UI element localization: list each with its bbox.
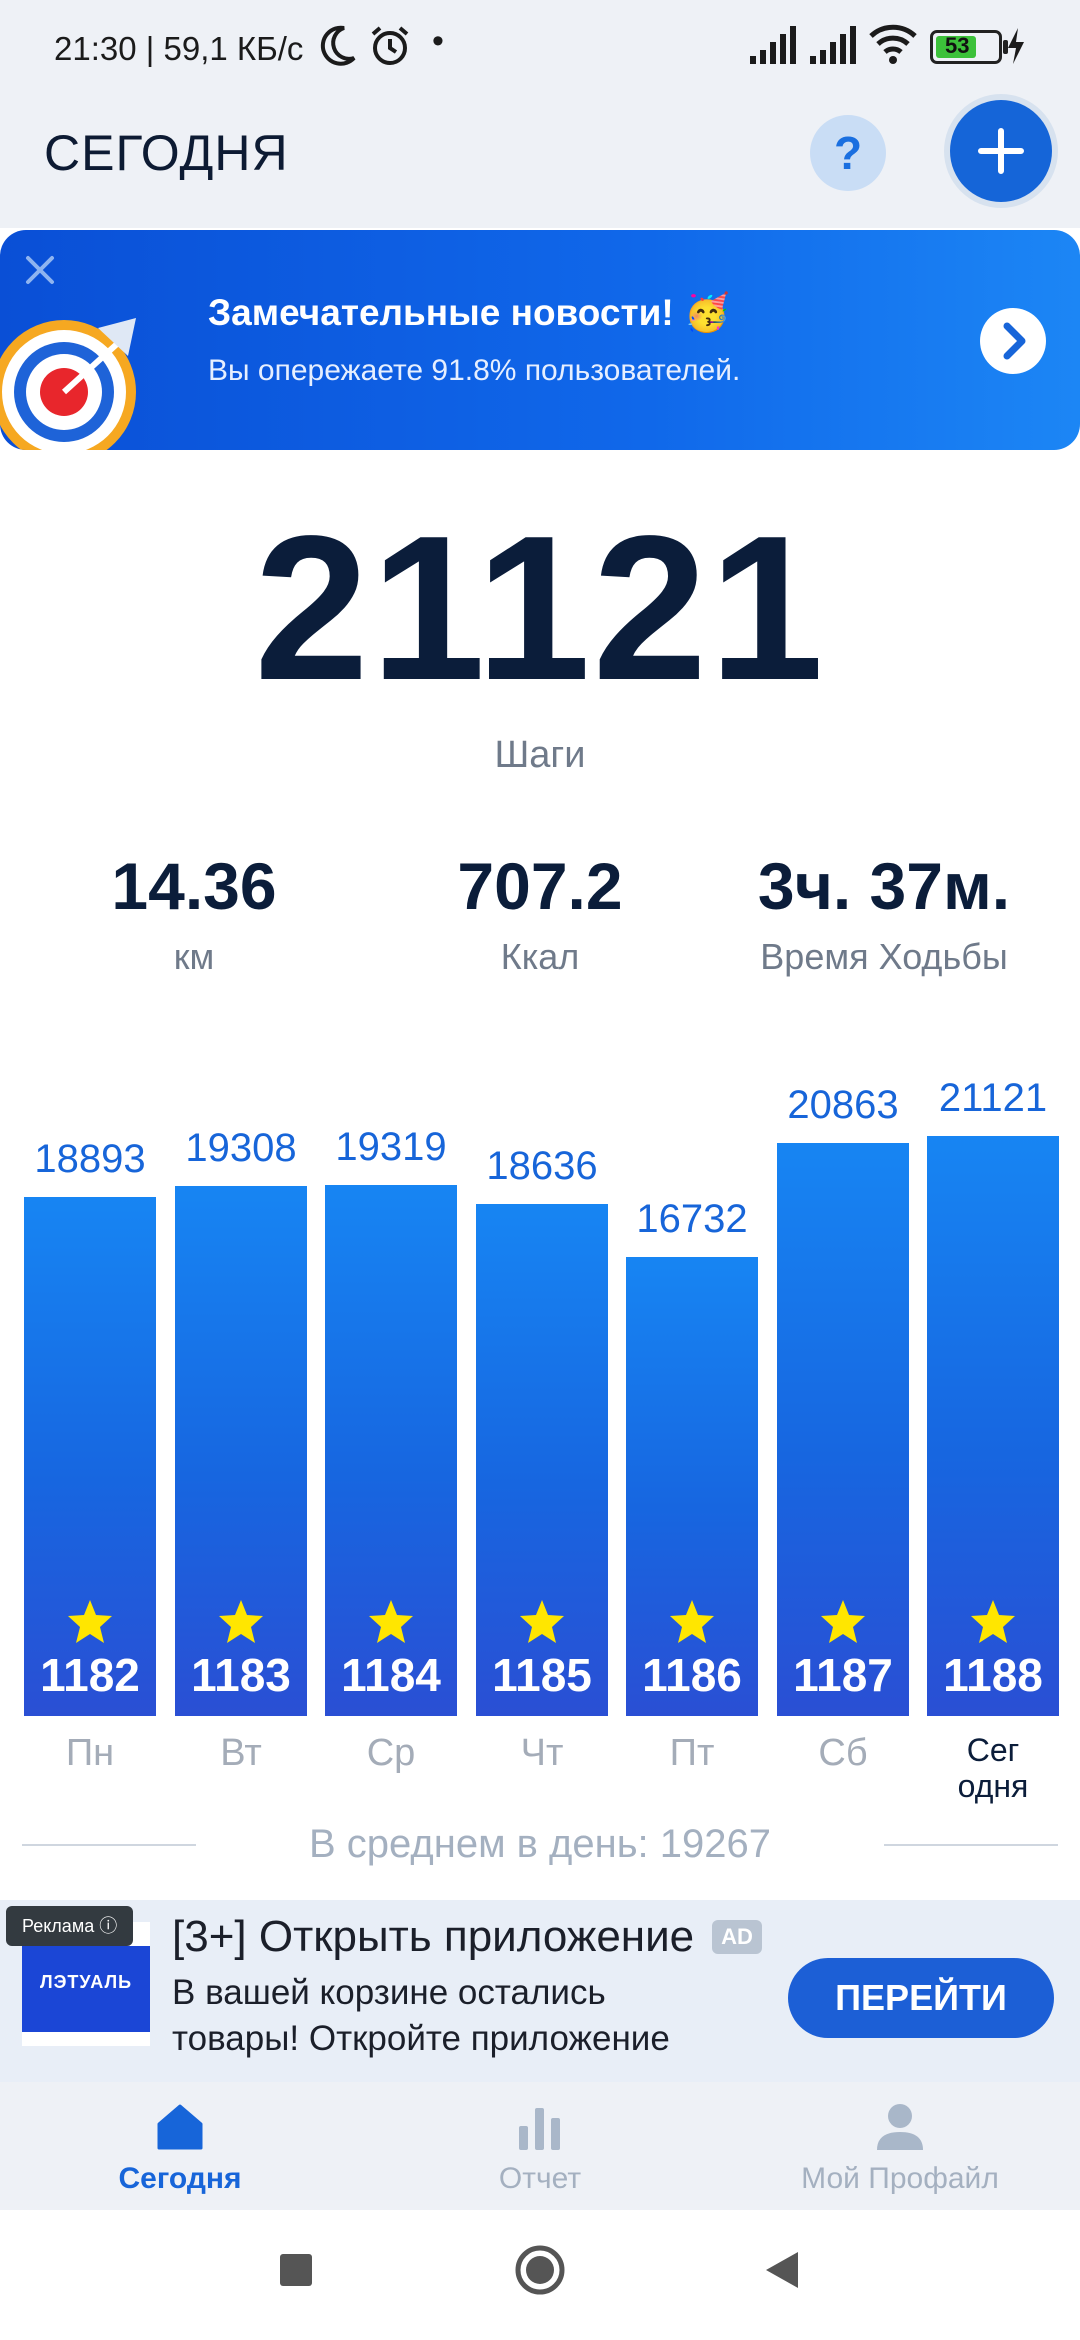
star-icon [670,1600,714,1643]
walking-time-value: 3ч. 37м. [757,849,1011,923]
close-icon[interactable] [22,252,58,288]
banner-title: Замечательные новости! 🥳 [208,292,731,333]
status-bar: 21:30 | 59,1 КБ/с • 53 [0,0,1080,96]
bar-value-label: 20863 [787,1083,899,1127]
nav-today-label: Сегодня [118,2162,242,2195]
bottom-navigation: Сегодня Отчет Мой Профайл [0,2082,1080,2210]
alarm-icon [371,26,409,65]
ad-cta-button[interactable]: ПЕРЕЙТИ [788,1958,1054,2038]
ad-label[interactable]: Реклама ⓘ [6,1906,134,1946]
bar-badge-number: 1184 [341,1649,441,1701]
walking-time-stat: 3ч. 37м. Время Ходьбы [704,848,1064,978]
status-dot: • [432,22,444,60]
star-icon [219,1600,263,1643]
bar-chart-icon [519,2108,560,2150]
bar-badge-number: 1187 [793,1649,893,1701]
ad-badge: AD [712,1920,762,1954]
ad-description-line: В вашей корзине остались [172,1973,606,2012]
day-label: Вт [220,1732,262,1774]
day-label-line: Сег [966,1732,1020,1768]
page-title: СЕГОДНЯ [44,125,289,181]
bar-badge-number: 1185 [492,1649,592,1701]
moon-icon [320,25,356,66]
star-icon [369,1600,413,1643]
system-navigation-bar [0,2210,1080,2340]
wifi-icon [869,24,917,64]
nav-report-label: Отчет [498,2162,582,2195]
bar-badge-number: 1183 [191,1649,291,1701]
bar-badge-number: 1188 [943,1649,1043,1701]
nav-report[interactable]: Отчет [360,2082,720,2210]
star-icon [520,1600,564,1643]
bar-value-label: 19319 [335,1125,447,1169]
day-label: Пт [669,1732,715,1774]
bar-value-label: 18893 [34,1137,146,1181]
signal-icon [750,26,796,64]
plus-icon [978,128,1024,174]
home-icon [157,2104,203,2150]
status-time: 21:30 | 59,1 КБ/с [54,30,304,67]
calories-value: 707.2 [457,849,623,923]
day-label: Пн [65,1732,115,1774]
day-label: Ср [366,1732,416,1774]
target-icon [0,318,136,450]
person-icon [877,2104,923,2150]
ad-description: В вашей корзине остались товары! Откройт… [172,1970,752,2062]
battery-icon: 53 [930,30,1002,64]
bar-value-label: 19308 [185,1126,297,1170]
ad-title[interactable]: [3+] Открыть приложение [172,1912,702,1962]
steps-count: 21121 [254,493,826,723]
steps-label: Шаги [494,734,586,776]
bar-badge-number: 1186 [642,1649,742,1701]
distance-unit: км [173,936,215,977]
divider [884,1844,1058,1846]
ad-banner[interactable]: ЛЭТУАЛЬ Реклама ⓘ [3+] Открыть приложени… [0,1900,1080,2082]
weekly-steps-chart: 18893 1182 Пн 19308 1183 Вт 19319 1184 Ср 18636 11… [0,1040,1080,1804]
day-label: Чт [520,1732,564,1774]
day-label: Сег одня [918,1732,1068,1804]
walking-time-label: Время Ходьбы [760,936,1008,977]
bar-value-label: 21121 [938,1076,1048,1120]
ad-description-line: товары! Откройте приложение [172,2019,670,2058]
add-button[interactable] [950,100,1052,202]
ad-logo-text: ЛЭТУАЛЬ [39,1972,133,1992]
nav-profile[interactable]: Мой Профайл [720,2082,1080,2210]
help-button[interactable]: ? [810,115,886,191]
star-icon [68,1600,112,1643]
back-icon[interactable] [762,2248,802,2292]
signal-icon [810,26,856,64]
day-label: Сб [818,1732,868,1774]
chevron-right-icon[interactable] [980,308,1046,374]
help-icon: ? [833,127,863,179]
bar-value-label: 16732 [636,1197,748,1241]
recents-icon[interactable] [278,2252,314,2288]
star-icon [821,1600,865,1643]
nav-today[interactable]: Сегодня [0,2082,360,2210]
calories-stat: 707.2 Ккал [360,848,720,978]
day-label-line: одня [957,1768,1029,1804]
charging-icon [1008,28,1024,64]
home-button-icon[interactable] [514,2244,566,2296]
distance-value: 14.36 [111,849,277,923]
news-banner[interactable]: Замечательные новости! 🥳 Вы опережаете 9… [0,230,1080,450]
battery-level: 53 [945,33,970,58]
bar-value-label: 18636 [486,1144,598,1188]
bar-badge-number: 1182 [40,1649,140,1701]
star-icon [971,1600,1015,1643]
nav-profile-label: Мой Профайл [801,2162,999,2195]
distance-stat: 14.36 км [14,848,374,978]
calories-unit: Ккал [500,936,580,977]
banner-subtitle: Вы опережаете 91.8% пользователей. [208,354,741,387]
